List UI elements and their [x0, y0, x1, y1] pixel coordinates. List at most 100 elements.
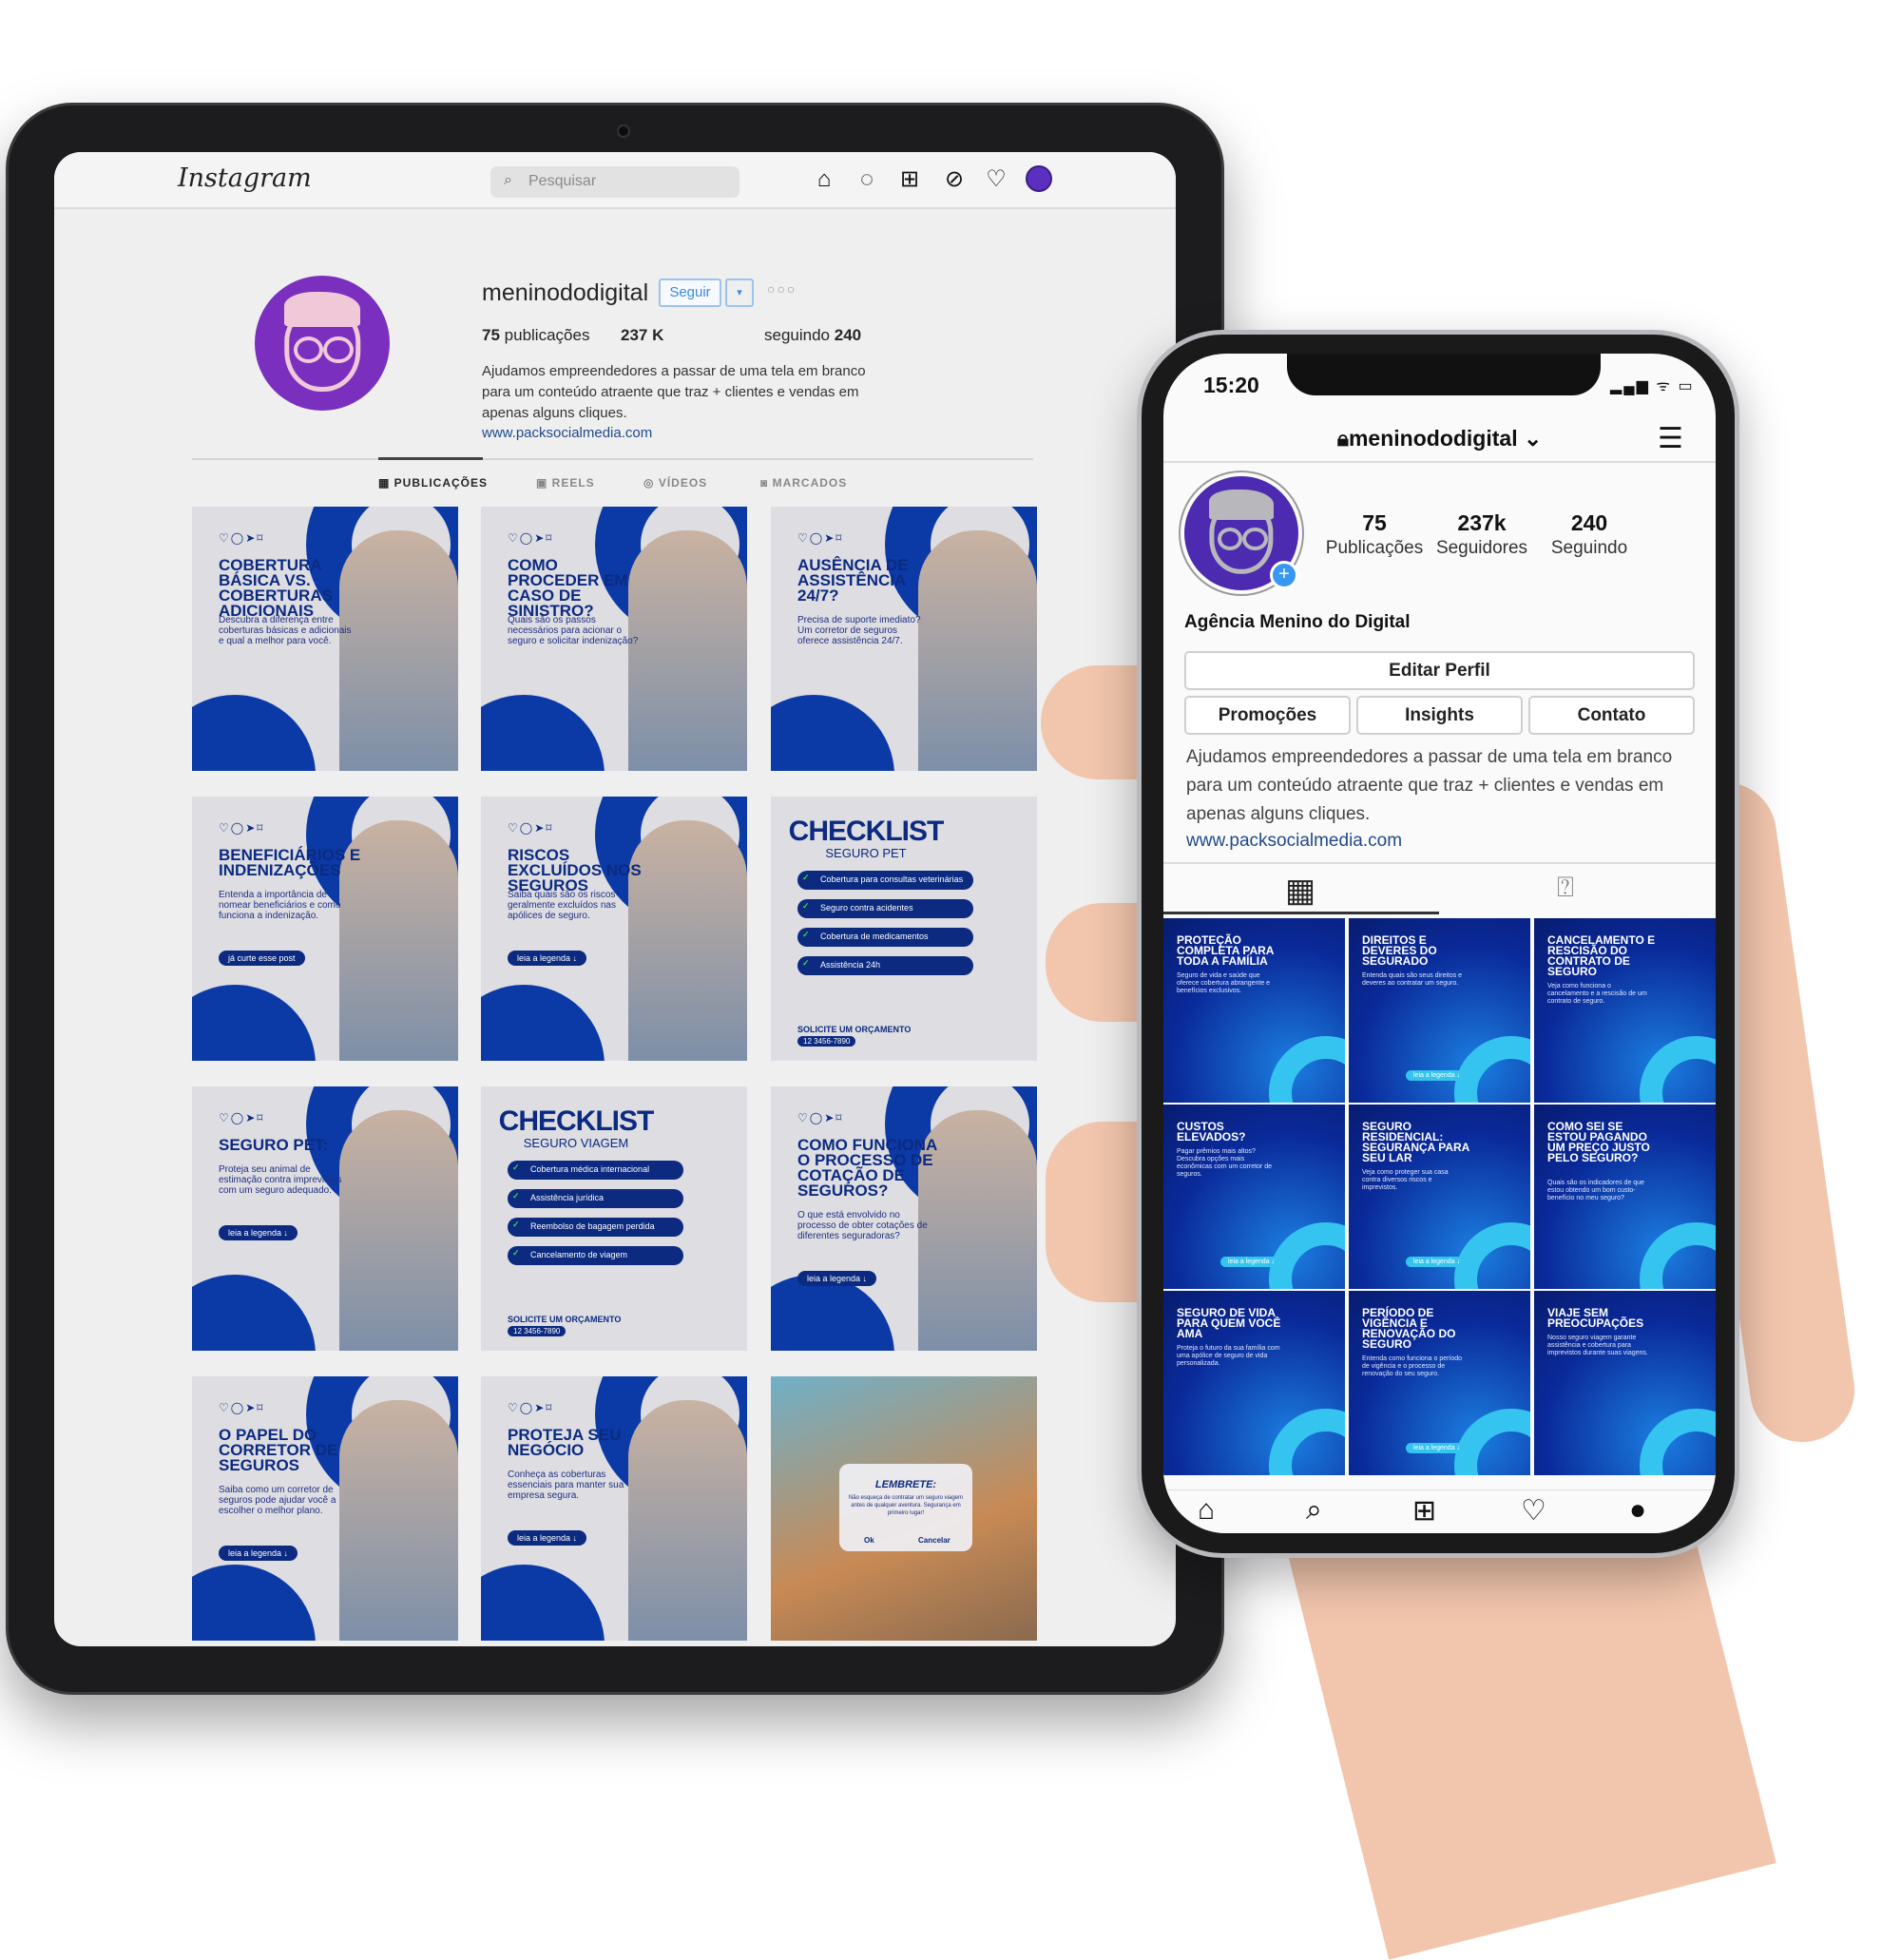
follow-button[interactable]: Seguir	[659, 279, 721, 307]
post-tile[interactable]: ♡◯➤⌑ Riscos excluídos nos seguros Saiba qu…	[481, 797, 747, 1061]
post-body: Quais são os indicadores de que estou ob…	[1547, 1180, 1644, 1201]
cancel-button[interactable]: Cancelar	[918, 1536, 950, 1545]
ok-button[interactable]: Ok	[864, 1536, 874, 1545]
post-tile[interactable]: Como sei se estou pagando um preço justo…	[1534, 1105, 1716, 1289]
reminder-body: Não esqueça de contratar um seguro viage…	[848, 1495, 964, 1516]
post-title: O papel do corretor de seguros	[219, 1426, 338, 1474]
following-stat[interactable]: 240 Seguindo	[1537, 510, 1642, 559]
chevron-down-icon: ⌄	[1523, 426, 1543, 451]
post-title: Período de vigência e renovação do segur…	[1362, 1306, 1456, 1351]
decor-circle	[481, 695, 605, 771]
contact-button[interactable]: Contato	[1528, 696, 1695, 735]
instagram-logo[interactable]: Instagram	[178, 163, 312, 193]
account-switcher[interactable]: 🔒︎meninododigital ⌄	[1163, 426, 1716, 452]
following-stat[interactable]: seguindo 240	[764, 326, 861, 345]
read-caption-button[interactable]: leia a legenda ↓	[1406, 1443, 1469, 1453]
post-tile[interactable]: ♡◯➤⌑ Beneficiários e indenizações Entenda …	[192, 797, 458, 1061]
post-action-icons: ♡◯➤⌑	[508, 531, 554, 545]
decor-circle	[1640, 1409, 1716, 1475]
post-tile[interactable]: ♡◯➤⌑ Como proceder em caso de sinistro? Qu…	[481, 507, 747, 771]
post-tile[interactable]: ♡◯➤⌑ Como funciona o processo de cotação …	[771, 1086, 1037, 1351]
post-tile[interactable]: ♡◯➤⌑LEMBRETE:Não esqueça de contratar um…	[771, 1376, 1037, 1641]
camera	[617, 125, 630, 138]
read-caption-button: leia a legenda ↓	[219, 1225, 298, 1240]
checklist-item: Assistência jurídica	[508, 1189, 683, 1208]
tab-publicacoes[interactable]: ▦ PUBLICAÇÕES	[378, 476, 488, 490]
search-input[interactable]: ⌕ Pesquisar	[490, 166, 739, 198]
decor-circle	[192, 985, 316, 1061]
post-tile[interactable]: ♡◯➤⌑ Ausência de assistência 24/7? Precisa…	[771, 507, 1037, 771]
post-tile[interactable]: ♡◯➤⌑CHECKLISTSEGURO VIAGEMCobertura médi…	[481, 1086, 747, 1351]
read-caption-button: leia a legenda ↓	[508, 951, 587, 966]
divider	[1163, 461, 1716, 463]
username: meninododigital	[482, 279, 649, 306]
tab-marcados[interactable]: ◙ MARCADOS	[760, 476, 847, 490]
checklist-item: Cobertura para consultas veterinárias	[797, 871, 973, 890]
decor-circle	[192, 1275, 316, 1351]
more-options-icon[interactable]: ○○○	[767, 281, 797, 297]
post-tile[interactable]: Seguro residencial: segurança para seu l…	[1349, 1105, 1530, 1289]
lock-icon: 🔒︎	[1336, 426, 1349, 451]
heart-icon[interactable]: ♡	[1521, 1494, 1546, 1528]
post-tile[interactable]: Viaje sem preocupações Nosso seguro viage…	[1534, 1291, 1716, 1475]
hamburger-icon[interactable]: ☰	[1658, 422, 1683, 455]
divider	[192, 458, 1033, 460]
post-tile[interactable]: ♡◯➤⌑ Proteja seu negócio Conheça as cobert…	[481, 1376, 747, 1641]
post-tile[interactable]: Proteção completa para toda a família Seg…	[1163, 918, 1345, 1103]
profile-link[interactable]: www.packsocialmedia.com	[482, 425, 652, 441]
grid-icon[interactable]: ▦	[1285, 872, 1315, 910]
post-body: Descubra a diferença entre coberturas bá…	[219, 615, 352, 646]
messenger-icon[interactable]: ◌	[853, 165, 881, 194]
dropdown-button[interactable]: ▾	[725, 279, 754, 307]
post-title: Cancelamento e rescisão do contrato de s…	[1547, 933, 1656, 978]
checklist-item: Assistência 24h	[797, 956, 973, 975]
checklist-subtitle: SEGURO VIAGEM	[523, 1136, 629, 1150]
followers-stat[interactable]: 237k Seguidores	[1430, 510, 1534, 559]
tab-videos[interactable]: ◎ VÍDEOS	[643, 476, 707, 490]
post-tile[interactable]: ♡◯➤⌑ Cobertura básica vs. coberturas adic…	[192, 507, 458, 771]
promotions-button[interactable]: Promoções	[1184, 696, 1351, 735]
post-tile[interactable]: Seguro de vida para quem você ama Proteja…	[1163, 1291, 1345, 1475]
insights-button[interactable]: Insights	[1356, 696, 1523, 735]
bio: Ajudamos empreendedores a passar de uma …	[1186, 747, 1673, 824]
search-icon[interactable]: ⌕	[1306, 1494, 1322, 1527]
post-body: Nosso seguro viagem garante assistência …	[1547, 1335, 1648, 1356]
tab-reels[interactable]: ▣ REELS	[536, 476, 595, 490]
bottom-nav: ⌂ ⌕ ⊞ ♡ ●	[1163, 1489, 1716, 1533]
quote-cta: SOLICITE UM ORÇAMENTO	[508, 1315, 622, 1324]
home-icon[interactable]: ⌂	[810, 165, 838, 194]
post-tile[interactable]: Cancelamento e rescisão do contrato de s…	[1534, 918, 1716, 1103]
checklist-title: CHECKLIST	[498, 1105, 655, 1137]
edit-profile-button[interactable]: Editar Perfil	[1184, 651, 1695, 690]
new-post-icon[interactable]: ⊞	[1412, 1494, 1436, 1528]
profile-link[interactable]: www.packsocialmedia.com	[1186, 831, 1402, 852]
post-title: Ausência de assistência 24/7?	[797, 556, 909, 605]
posts-stat: 75 publicações	[482, 326, 590, 344]
post-action-icons: ♡◯➤⌑	[219, 821, 265, 835]
decor-circle	[192, 1565, 316, 1641]
read-caption-button[interactable]: leia a legenda ↓	[1406, 1257, 1469, 1267]
post-tile[interactable]: ♡◯➤⌑CHECKLISTSEGURO PETCobertura para co…	[771, 797, 1037, 1061]
post-tile[interactable]: ♡◯➤⌑ Seguro pet: Proteja seu animal de est…	[192, 1086, 458, 1351]
tagged-icon[interactable]: ⍰	[1557, 872, 1574, 904]
post-tile[interactable]: Custos elevados? Pagar prêmios mais altos…	[1163, 1105, 1345, 1289]
post-body: Quais são os passos necessários para aci…	[508, 615, 639, 646]
new-post-icon[interactable]: ⊞	[895, 165, 924, 194]
add-story-icon[interactable]: +	[1270, 561, 1298, 589]
post-tile[interactable]: Direitos e deveres do segurado Entenda qu…	[1349, 918, 1530, 1103]
read-caption-button[interactable]: leia a legenda ↓	[1406, 1070, 1469, 1081]
avatar-icon[interactable]	[1026, 165, 1052, 192]
decor-circle	[1640, 1036, 1716, 1103]
post-title: Cobertura básica vs. coberturas adiciona…	[219, 556, 333, 620]
explore-icon[interactable]: ⊘	[940, 165, 969, 194]
decor-circle	[1269, 1222, 1345, 1289]
read-caption-button[interactable]: leia a legenda ↓	[1220, 1257, 1283, 1267]
heart-icon[interactable]: ♡	[982, 165, 1010, 194]
post-tile[interactable]: ♡◯➤⌑ O papel do corretor de seguros Saiba …	[192, 1376, 458, 1641]
home-icon[interactable]: ⌂	[1198, 1494, 1215, 1527]
checklist-item: Reembolso de bagagem perdida	[508, 1218, 683, 1237]
followers-stat[interactable]: 237 K	[621, 326, 663, 345]
post-title: Riscos excluídos nos seguros	[508, 846, 642, 894]
post-tile[interactable]: Período de vigência e renovação do segur…	[1349, 1291, 1530, 1475]
profile-icon[interactable]: ●	[1629, 1494, 1646, 1527]
